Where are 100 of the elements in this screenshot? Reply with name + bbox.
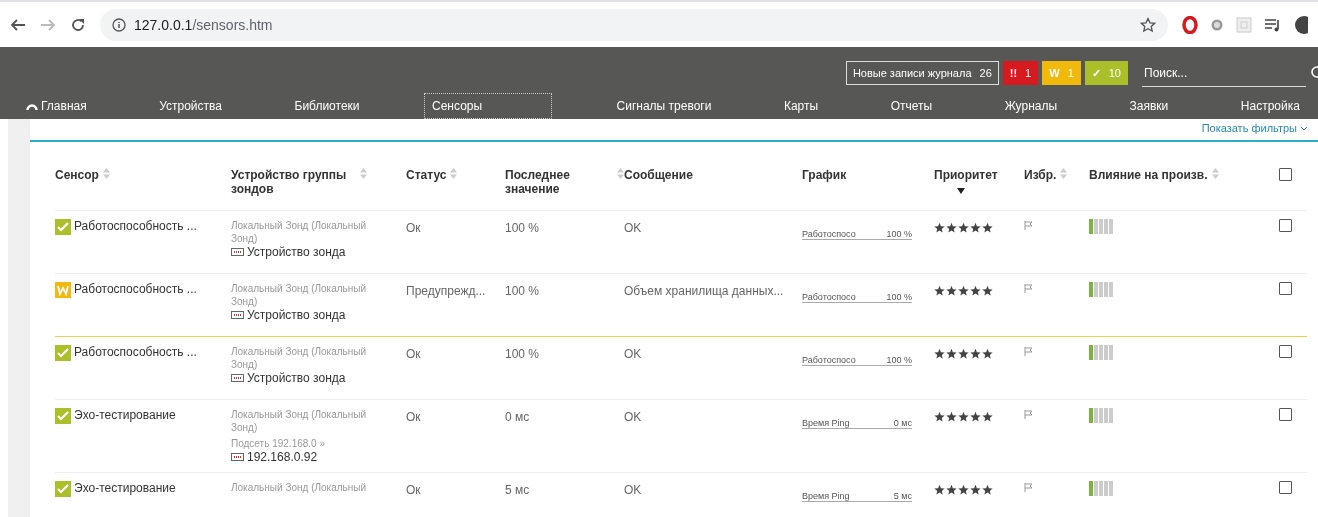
star-icon[interactable]: [982, 348, 993, 359]
check-status-icon: [55, 408, 71, 424]
back-icon[interactable]: [10, 16, 26, 33]
status-text: Ок: [406, 220, 422, 235]
nav-tab[interactable]: Сенсоры: [424, 93, 553, 119]
star-icon[interactable]: [982, 285, 993, 296]
sensor-name[interactable]: Работоспособность ...: [74, 282, 197, 296]
flag-icon[interactable]: [1024, 410, 1033, 419]
star-icon[interactable]: [958, 484, 969, 495]
star-icon[interactable]: [970, 484, 981, 495]
star-icon[interactable]: [946, 285, 957, 296]
column-header[interactable]: Последнее значение: [505, 168, 613, 196]
star-icon[interactable]: [958, 285, 969, 296]
device-name[interactable]: Устройство зонда: [247, 308, 346, 322]
column-header[interactable]: Устройство группы зондов: [231, 168, 356, 196]
last-value: 5 мс: [505, 482, 531, 497]
info-icon[interactable]: [112, 17, 126, 32]
nav-tab[interactable]: Заявки: [1121, 93, 1177, 119]
column-header[interactable]: Статус: [406, 168, 447, 182]
device-name[interactable]: Устройство зонда: [247, 245, 346, 259]
mini-graph[interactable]: Время Ping 5 мс: [802, 481, 912, 502]
mini-graph[interactable]: Работоспосо 100 %: [802, 282, 912, 303]
star-icon[interactable]: [970, 411, 981, 422]
search-field[interactable]: Поиск...: [1142, 59, 1306, 87]
playlist-icon[interactable]: [1264, 16, 1282, 33]
address-bar[interactable]: 127.0.0.1/sensors.htm: [100, 8, 1168, 41]
device-icon: [231, 248, 244, 256]
column-header[interactable]: Избр.: [1024, 168, 1057, 182]
mini-graph[interactable]: Время Ping 0 мс: [802, 408, 912, 429]
warning-status-icon: [55, 282, 71, 298]
message-text: OK: [624, 482, 643, 497]
column-header[interactable]: Сообщение: [624, 168, 693, 182]
show-filters-link[interactable]: Показать фильтры: [1201, 122, 1297, 140]
column-header[interactable]: Приоритет: [934, 168, 998, 182]
last-value: 100 %: [505, 346, 541, 361]
star-icon[interactable]: [946, 484, 957, 495]
mini-graph[interactable]: Работоспосо 100 %: [802, 345, 912, 366]
star-icon[interactable]: [934, 222, 945, 233]
new-log-entries-button[interactable]: Новые записи журнала 26: [845, 61, 999, 85]
star-icon[interactable]: [982, 411, 993, 422]
star-icon[interactable]: [946, 222, 957, 233]
check-status-icon: [55, 219, 71, 235]
status-text: Ок: [406, 482, 422, 497]
bookmark-star-icon[interactable]: [1140, 16, 1156, 33]
status-text: Предупрежд...: [406, 283, 487, 298]
star-icon[interactable]: [946, 411, 957, 422]
device-name[interactable]: 192.168.0.92: [247, 450, 318, 464]
star-icon[interactable]: [982, 222, 993, 233]
star-icon[interactable]: [958, 348, 969, 359]
last-value: 100 %: [505, 220, 541, 235]
row-checkbox[interactable]: [1279, 282, 1292, 295]
nav-tab[interactable]: Устройства: [151, 93, 230, 119]
nav-tab[interactable]: Сигналы тревоги: [608, 93, 720, 119]
chevron-down-icon[interactable]: [1300, 126, 1308, 132]
sort-desc-icon[interactable]: [956, 188, 965, 194]
star-icon[interactable]: [934, 411, 945, 422]
row-checkbox[interactable]: [1279, 219, 1292, 232]
nav-tab[interactable]: Отчеты: [882, 93, 941, 119]
sensor-name[interactable]: Работоспособность ...: [74, 345, 197, 359]
flag-icon[interactable]: [1024, 347, 1033, 356]
star-icon[interactable]: [946, 348, 957, 359]
star-icon[interactable]: [958, 222, 969, 233]
nav-tab[interactable]: Настройка: [1232, 93, 1308, 119]
message-text: OK: [624, 346, 643, 361]
profile-icon[interactable]: [1294, 14, 1308, 35]
last-value: 0 мс: [505, 409, 531, 424]
nav-tab[interactable]: Главная: [18, 93, 95, 119]
mini-graph[interactable]: Работоспосо 100 %: [802, 219, 912, 240]
circle-icon[interactable]: [1210, 17, 1224, 32]
sensor-name[interactable]: Эхо-тестирование: [74, 408, 176, 422]
star-icon[interactable]: [970, 222, 981, 233]
star-icon[interactable]: [958, 411, 969, 422]
row-checkbox[interactable]: [1279, 345, 1292, 358]
status-text: Ок: [406, 346, 422, 361]
column-header[interactable]: График: [802, 168, 847, 182]
star-icon[interactable]: [934, 484, 945, 495]
device-name[interactable]: Устройство зонда: [247, 371, 346, 385]
star-icon[interactable]: [934, 285, 945, 296]
ring-icon[interactable]: [1182, 15, 1198, 34]
sensor-name[interactable]: Работоспособность ...: [74, 219, 197, 233]
flag-icon[interactable]: [1024, 483, 1033, 492]
column-header[interactable]: Влияние на произв.: [1089, 168, 1208, 182]
nav-tab[interactable]: Журналы: [996, 93, 1066, 119]
flag-icon[interactable]: [1024, 284, 1033, 293]
row-checkbox[interactable]: [1279, 408, 1292, 421]
row-checkbox[interactable]: [1279, 481, 1292, 494]
search-icon[interactable]: [1310, 66, 1318, 80]
column-header[interactable]: Сенсор: [55, 168, 99, 182]
device-icon: [231, 374, 244, 382]
nav-tab[interactable]: Карты: [775, 93, 827, 119]
nav-tab[interactable]: Библиотеки: [286, 93, 368, 119]
star-icon[interactable]: [970, 285, 981, 296]
flag-icon[interactable]: [1024, 221, 1033, 230]
sensor-name[interactable]: Эхо-тестирование: [74, 481, 176, 495]
star-icon[interactable]: [970, 348, 981, 359]
select-all-checkbox[interactable]: [1279, 168, 1292, 181]
reload-icon[interactable]: [70, 16, 86, 33]
star-icon[interactable]: [934, 348, 945, 359]
status-count-badge[interactable]: !! 1: [1002, 61, 1039, 85]
star-icon[interactable]: [982, 484, 993, 495]
